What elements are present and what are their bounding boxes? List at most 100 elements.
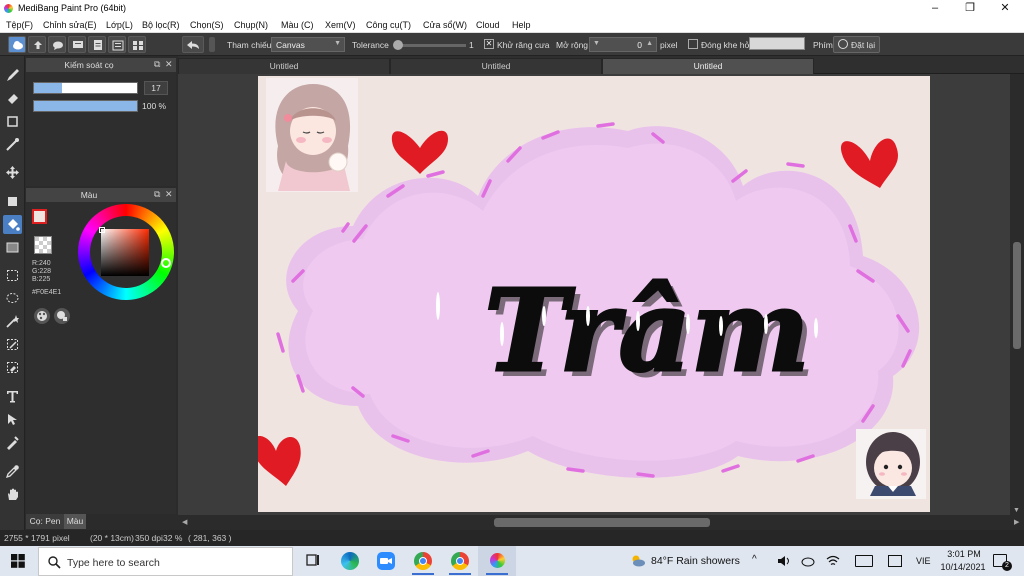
stepper-down-icon[interactable]: ▼ [593, 40, 600, 47]
scroll-left-arrow-icon[interactable]: ◀ [182, 518, 187, 526]
color-picker-handle[interactable] [99, 227, 105, 233]
popout-icon[interactable]: ⧉ [154, 189, 160, 200]
gap-color-swatch[interactable] [749, 37, 805, 50]
system-tray-chevron-icon[interactable]: ^ [752, 554, 757, 565]
text-tool-icon[interactable] [3, 387, 22, 406]
reset-button[interactable]: Đặt lại [833, 36, 880, 53]
select-eraser-tool-icon[interactable] [3, 358, 22, 377]
vertical-scrollbar[interactable]: ▼ [1010, 74, 1024, 515]
panel-tab-brush[interactable]: Cọ: Pen [26, 514, 64, 529]
horizontal-scroll-thumb[interactable] [494, 518, 710, 527]
zoom-app-icon[interactable] [377, 552, 395, 570]
wifi-icon[interactable] [826, 555, 840, 567]
maximize-button[interactable]: ❐ [953, 0, 987, 17]
grid-icon[interactable] [128, 36, 146, 53]
doc-tab-3[interactable]: Untitled [602, 58, 814, 74]
menu-window[interactable]: Cửa sổ(W) [423, 20, 467, 30]
chrome-icon[interactable] [414, 552, 432, 570]
close-panel-icon[interactable]: ✕ [165, 59, 173, 70]
antialias-checkbox[interactable]: ✕ [484, 39, 494, 49]
panel-tab-color[interactable]: Màu [64, 514, 86, 529]
hand-tool-icon[interactable] [3, 485, 22, 504]
close-panel-icon[interactable]: ✕ [165, 189, 173, 200]
onedrive-icon[interactable] [801, 555, 815, 567]
menu-edit[interactable]: Chỉnh sửa(E) [43, 20, 97, 30]
stepper-up-icon[interactable]: ▲ [646, 40, 653, 47]
chat-icon[interactable] [48, 36, 66, 53]
close-button[interactable]: ✕ [988, 0, 1022, 17]
palette-icon[interactable] [34, 308, 50, 324]
minimize-button[interactable]: – [918, 0, 952, 17]
windows-start-icon[interactable] [11, 554, 25, 568]
expand-stepper[interactable]: ▼ 0 ▲ [589, 37, 657, 52]
weather-icon[interactable] [630, 554, 646, 568]
doc-tab-2[interactable]: Untitled [390, 58, 602, 74]
operation-tool-icon[interactable] [3, 410, 22, 429]
blur-tool-icon[interactable] [3, 135, 22, 154]
scroll-right-arrow-icon[interactable]: ▶ [1014, 518, 1019, 526]
toolbar-handle[interactable] [209, 37, 215, 52]
menu-tools[interactable]: Công cụ(T) [366, 20, 411, 30]
close-gap-checkbox[interactable] [688, 39, 698, 49]
task-view-icon[interactable] [305, 552, 323, 570]
display-icon[interactable] [888, 555, 902, 567]
medibang-taskbar-button[interactable] [478, 546, 516, 576]
menu-view[interactable]: Xem(V) [325, 20, 356, 30]
document-icon[interactable] [88, 36, 106, 53]
menu-color[interactable]: Màu (C) [281, 20, 314, 30]
eraser-tool-icon[interactable] [3, 89, 22, 108]
hue-picker-handle[interactable] [161, 258, 171, 268]
comment-icon[interactable] [68, 36, 86, 53]
dot-tool-icon[interactable] [3, 112, 22, 131]
reference-select[interactable]: Canvas ▼ [271, 37, 345, 52]
select-tool-icon[interactable] [3, 266, 22, 285]
divide-tool-icon[interactable] [3, 433, 22, 452]
move-tool-icon[interactable] [3, 163, 22, 182]
clock-time[interactable]: 3:01 PM [944, 549, 984, 559]
list-icon[interactable] [108, 36, 126, 53]
doc-tab-1[interactable]: Untitled [178, 58, 390, 74]
transparent-color-swatch[interactable] [34, 236, 52, 254]
language-indicator[interactable]: VIE [916, 556, 931, 566]
popout-icon[interactable]: ⧉ [154, 59, 160, 70]
undo-icon[interactable] [182, 36, 204, 53]
menu-filter[interactable]: Bộ lọc(R) [142, 20, 180, 30]
hue-wheel[interactable] [78, 204, 174, 300]
taskbar-search-box[interactable]: Type here to search [38, 547, 293, 576]
menu-select[interactable]: Chọn(S) [190, 20, 224, 30]
brush-tool-icon[interactable] [3, 66, 22, 85]
horizontal-scrollbar[interactable]: ◀ ▶ [178, 515, 1024, 530]
menu-cloud[interactable]: Cloud [476, 20, 500, 30]
lasso-tool-icon[interactable] [3, 289, 22, 308]
upload-icon[interactable] [28, 36, 46, 53]
magic-wand-tool-icon[interactable] [3, 312, 22, 331]
keyboard-icon[interactable] [855, 555, 873, 567]
menu-file[interactable]: Tệp(F) [6, 20, 33, 30]
foreground-color-swatch[interactable] [32, 209, 47, 224]
eyedropper-tool-icon[interactable] [3, 462, 22, 481]
artboard[interactable]: Trâm Trâm [258, 76, 930, 512]
menu-snap[interactable]: Chụp(N) [234, 20, 268, 30]
brush-size-slider[interactable] [33, 82, 138, 94]
saturation-value-square[interactable] [101, 229, 149, 276]
scroll-down-arrow-icon[interactable]: ▼ [1013, 507, 1020, 514]
speaker-icon[interactable] [777, 555, 791, 567]
cloud-icon[interactable] [8, 36, 26, 53]
color-settings-icon[interactable] [54, 308, 70, 324]
vertical-scroll-thumb[interactable] [1013, 242, 1021, 349]
fill-rect-tool-icon[interactable] [3, 192, 22, 211]
menu-layer[interactable]: Lớp(L) [106, 20, 133, 30]
menu-bar: Tệp(F) Chỉnh sửa(E) Lớp(L) Bộ lọc(R) Chọ… [0, 17, 1024, 33]
tolerance-slider[interactable] [393, 40, 466, 50]
edge-browser-icon[interactable] [341, 552, 359, 570]
weather-text[interactable]: 84°F Rain showers [651, 555, 740, 567]
gradient-tool-icon[interactable] [3, 238, 22, 257]
clock-date[interactable]: 10/14/2021 [938, 562, 988, 572]
bucket-tool-icon[interactable] [3, 215, 22, 234]
brush-opacity-slider[interactable] [33, 100, 138, 112]
tolerance-slider-thumb[interactable] [393, 40, 403, 50]
menu-help[interactable]: Help [512, 20, 531, 30]
brush-size-value[interactable]: 17 [144, 81, 168, 95]
select-pen-tool-icon[interactable] [3, 335, 22, 354]
chrome-icon[interactable] [451, 552, 469, 570]
